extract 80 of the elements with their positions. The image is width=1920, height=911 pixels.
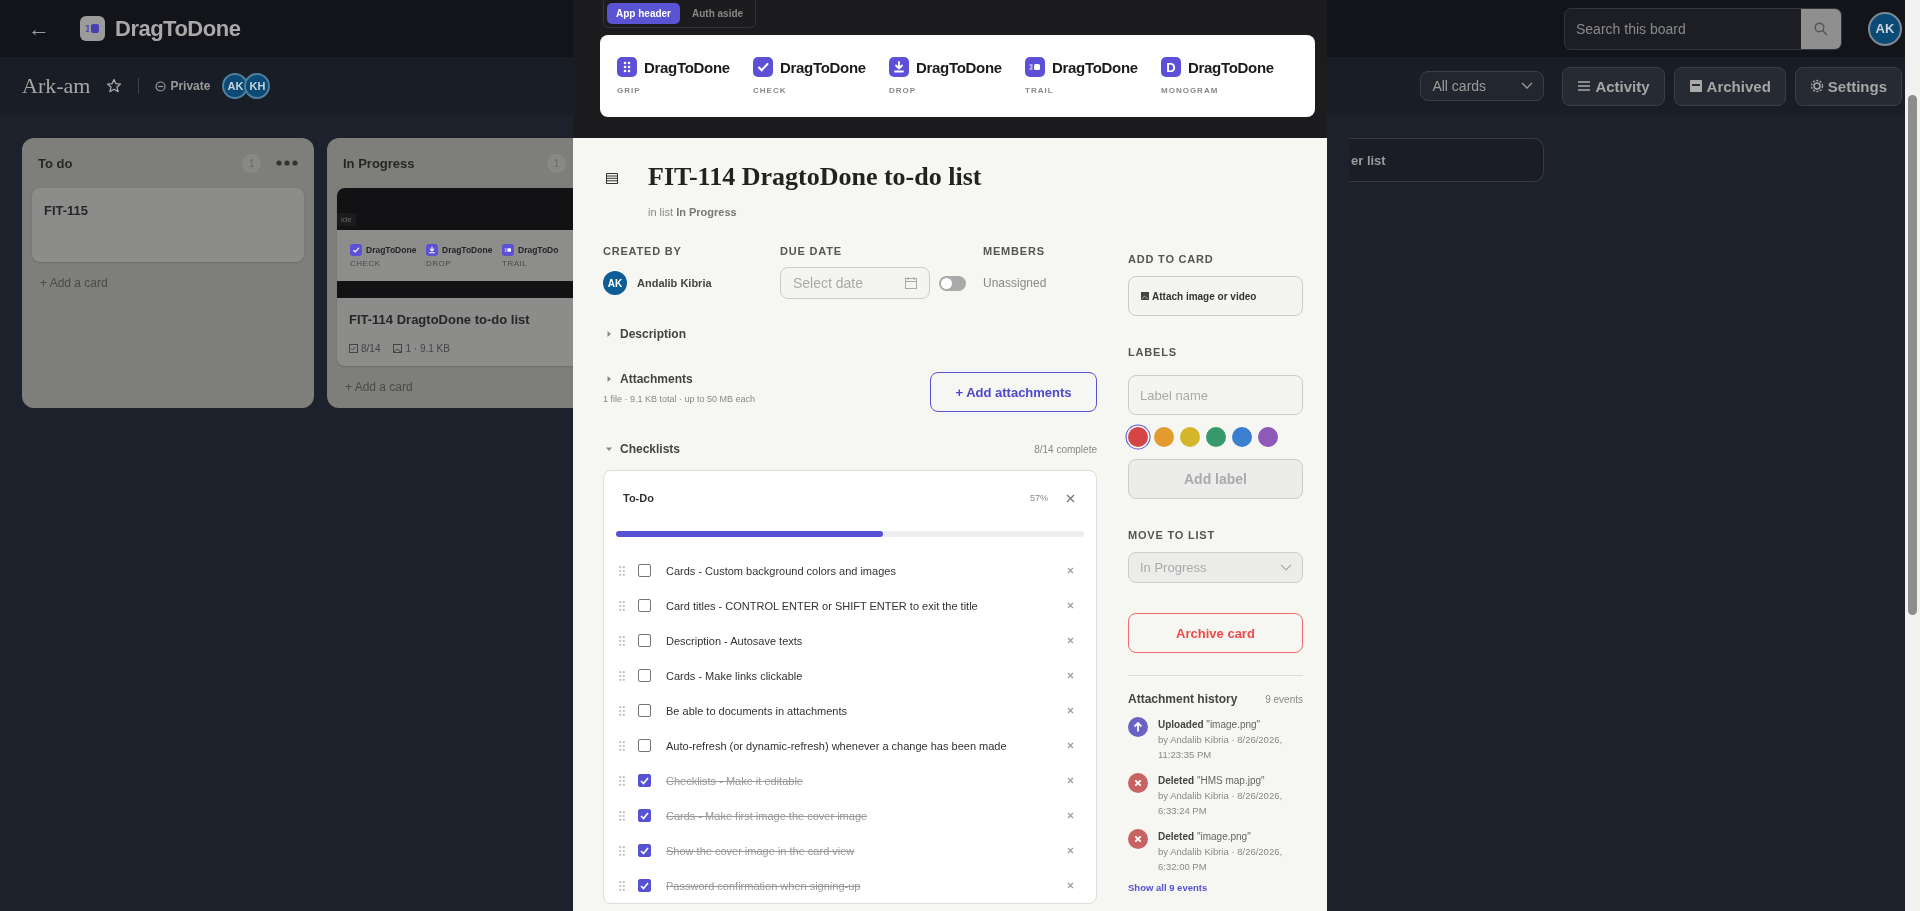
add-attachments-button[interactable]: + Add attachments (930, 372, 1097, 412)
list-title: In Progress (343, 155, 416, 171)
archive-button[interactable]: Archive card (1128, 613, 1303, 653)
event-title: Deleted "HMS map.jpg" (1158, 774, 1266, 788)
event-meta: by Andalib Kibria · 8/26/2026, 6:32:00 PM (1158, 845, 1284, 874)
visibility-label: Private (170, 79, 211, 93)
board-title[interactable]: Ark-am (22, 73, 91, 99)
user-avatar: AK (603, 271, 627, 295)
checklist-item-text[interactable]: Auto-refresh (or dynamic-refresh) whenever a change has been made (666, 739, 1007, 752)
list-title: To do (38, 155, 74, 171)
caption: DROP (889, 86, 918, 95)
section-label: DUE DATE (780, 245, 843, 258)
caption: CHECK (350, 258, 382, 268)
card[interactable]: FIT-115 (32, 188, 304, 262)
section-label: MEMBERS (983, 245, 1046, 258)
event-meta: by Andalib Kibria · 8/26/2026, 11:23:35 PM (1158, 733, 1284, 762)
brand-name: DragToDone (916, 58, 1002, 76)
list-location: in list In Progress (648, 205, 738, 220)
brand-name: DragToDo (518, 244, 559, 255)
checklist-item-text[interactable]: Description - Autosave texts (666, 634, 803, 647)
event-title: Deleted "image.png" (1158, 830, 1252, 844)
section-title[interactable]: Description (620, 327, 686, 341)
brand-name: DragToDone (442, 244, 493, 255)
event-meta: by Andalib Kibria · 8/26/2026, 6:33:24 PM (1158, 789, 1284, 818)
progress-percent: 57% (1030, 493, 1048, 503)
section-title[interactable]: Checklists (620, 442, 681, 456)
section-label: LABELS (1128, 346, 1178, 359)
search-box[interactable]: Search this board (1564, 7, 1842, 50)
caption: CHECK (753, 86, 788, 95)
event-count: 9 events (1265, 693, 1303, 705)
card-title: FIT-114 DragtoDone to-do list (349, 312, 531, 327)
caption: TRAIL (502, 258, 529, 268)
toolbar-button[interactable]: Activity (1562, 66, 1665, 106)
checklist-item-text[interactable]: Card titles - CONTROL ENTER or SHIFT ENTER to exit the title (666, 599, 978, 612)
date-picker[interactable]: Select date (780, 267, 930, 299)
tab[interactable]: App header (607, 3, 680, 24)
search-field[interactable]: Search this board (1565, 8, 1801, 49)
brand-name: DragToDone (1052, 58, 1138, 76)
back-button[interactable]: ← (28, 15, 50, 42)
member-avatar[interactable]: KH (244, 73, 271, 99)
checklist-title[interactable]: To-Do (623, 492, 654, 504)
checklist-count: 8/14 (361, 343, 381, 354)
user-avatar[interactable]: AK (1868, 11, 1902, 46)
checklist-item-text[interactable]: Cards - Custom background colors and images (666, 564, 896, 577)
tab-label: ide (337, 213, 356, 226)
attachment-summary: 1 file · 9.1 KB total · up to 50 MB each (603, 394, 756, 404)
label-name-field[interactable]: Label name (1128, 375, 1303, 415)
section-label: MOVE TO LIST (1128, 529, 1216, 542)
caption: MONOGRAM (1161, 86, 1220, 95)
brand-name: DragToDone (366, 244, 417, 255)
toolbar-button[interactable]: Archived (1673, 66, 1786, 106)
card-title[interactable]: FIT-114 DragtoDone to-do list (648, 160, 982, 194)
toolbar-button[interactable]: Settings (1794, 66, 1902, 106)
caption: GRIP (617, 86, 642, 95)
section-title[interactable]: Attachments (620, 372, 693, 386)
history-title: Attachment history (1128, 692, 1238, 706)
members-value: Unassigned (983, 276, 1047, 290)
section-label: ADD TO CARD (1128, 253, 1215, 266)
attach-button[interactable]: Attach image or video (1128, 276, 1303, 316)
brand-name: DragToDone (1188, 58, 1274, 76)
attachment-count: 1 · 9.1 KB (405, 343, 450, 354)
checklist-item-text[interactable]: Be able to documents in attachments (666, 704, 847, 717)
tab[interactable]: Auth aside (683, 3, 753, 24)
caption: DROP (426, 258, 453, 268)
creator-name: Andalib Kibria (637, 277, 712, 289)
brand-name: DragToDone (780, 58, 866, 76)
event-title: Uploaded "image.png" (1158, 718, 1262, 732)
caption: TRAIL (1025, 86, 1055, 95)
add-list-button[interactable]: er list (1349, 138, 1544, 182)
card[interactable]: ide DragToDone CHECK DragToDone DROP DragToDo TRAIL FIT-114 DragtoDone to-do list 8/14 1 · 9.1 KB (337, 188, 573, 366)
checklist-summary: 8/14 complete (1034, 443, 1097, 455)
brand-name: DragToDone (115, 15, 241, 42)
brand-name: DragToDone (644, 58, 730, 76)
section-label: CREATED BY (603, 245, 683, 258)
filter-select[interactable]: All cards (1420, 71, 1545, 101)
monogram-icon: D (1161, 57, 1181, 77)
checklist-item-text[interactable]: Cards - Make links clickable (666, 669, 803, 682)
card-title: FIT-115 (44, 203, 90, 218)
show-all-link[interactable]: Show all 9 events (1128, 882, 1208, 893)
date-field[interactable]: Select date (791, 274, 905, 292)
